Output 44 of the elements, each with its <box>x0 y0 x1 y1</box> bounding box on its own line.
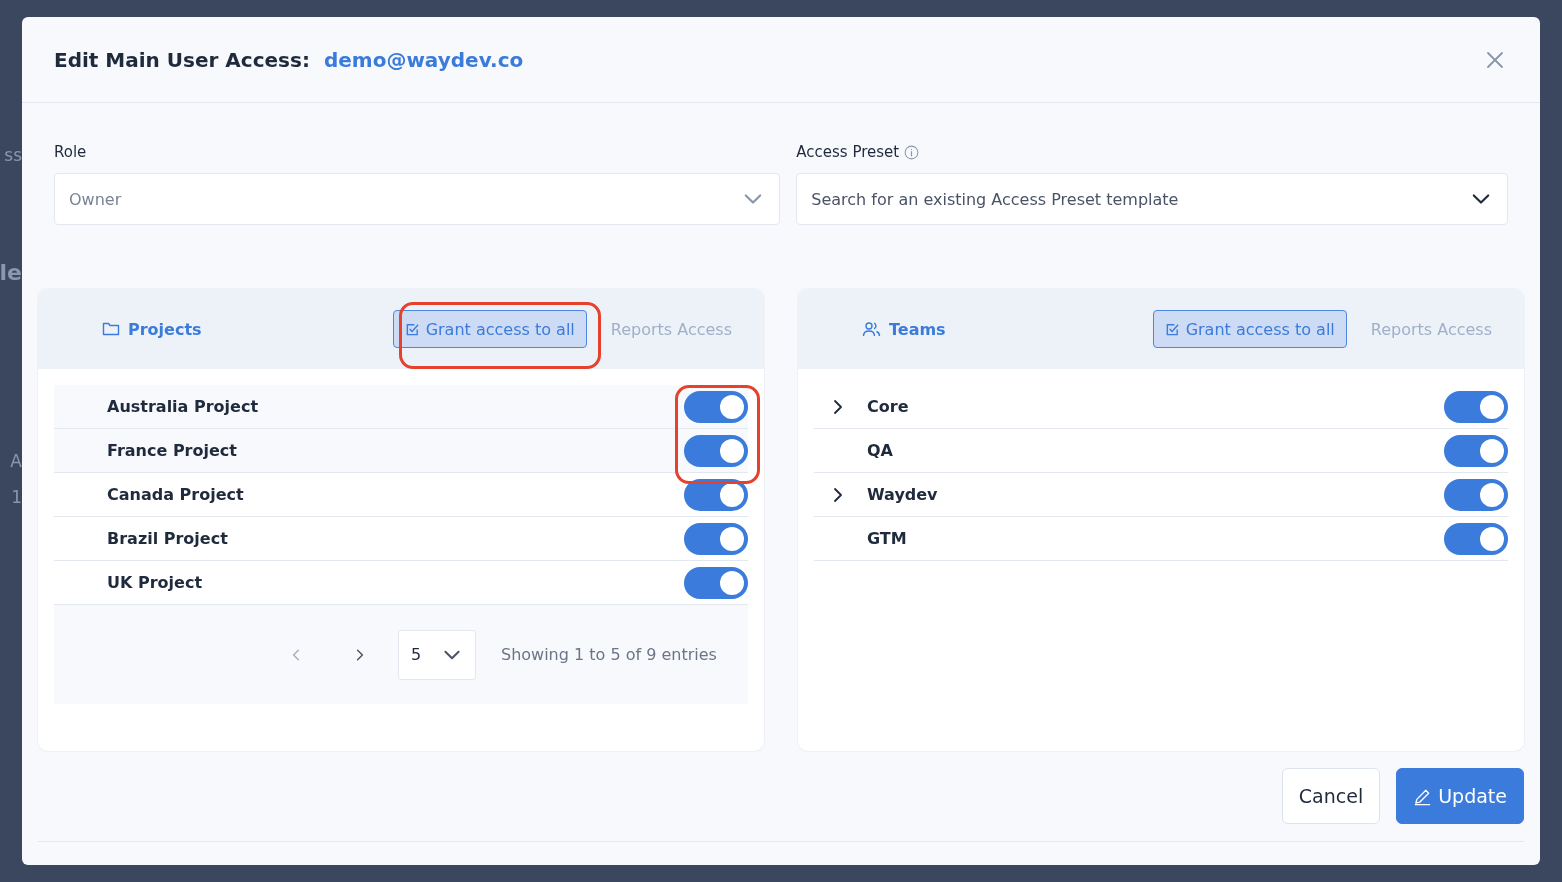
backdrop-text: A <box>10 451 22 471</box>
entries-summary: Showing 1 to 5 of 9 entries <box>501 645 717 664</box>
close-icon <box>1486 50 1504 69</box>
info-icon <box>904 144 920 160</box>
checkbox-icon <box>1164 321 1180 337</box>
access-preset-select[interactable]: Search for an existing Access Preset template <box>796 173 1508 225</box>
grant-access-button[interactable]: Grant access to all <box>1152 310 1347 348</box>
access-toggle[interactable] <box>684 434 748 467</box>
access-preset-label: Access Preset <box>796 143 900 161</box>
backdrop-text: 1 <box>11 487 22 507</box>
role-select[interactable]: Owner <box>54 173 781 225</box>
grant-access-button[interactable]: Grant access to all <box>392 310 587 348</box>
backdrop-text: ss <box>4 145 22 165</box>
access-toggle[interactable] <box>1444 478 1508 511</box>
panel-title: Teams <box>889 319 946 339</box>
row-name: Australia Project <box>107 397 259 416</box>
backdrop-heading: le <box>0 260 22 285</box>
cancel-button[interactable]: Cancel <box>1281 768 1381 824</box>
row-name: UK Project <box>107 573 203 592</box>
role-label: Role <box>54 143 88 161</box>
row-name: France Project <box>107 441 237 460</box>
row-name: Core <box>867 397 909 416</box>
users-icon <box>862 321 881 337</box>
row-name: GTM <box>867 529 907 548</box>
reports-access-label: Reports Access <box>1370 319 1492 339</box>
update-button[interactable]: Update <box>1396 768 1524 824</box>
row-name: Waydev <box>867 485 938 504</box>
user-email: demo@waydev.co <box>323 47 524 72</box>
row-name: Brazil Project <box>107 529 228 548</box>
access-toggle[interactable] <box>684 390 748 423</box>
access-toggle[interactable] <box>684 522 748 555</box>
row-name: QA <box>867 441 893 460</box>
row-name: Canada Project <box>107 485 244 504</box>
access-toggle[interactable] <box>1444 390 1508 423</box>
folder-icon <box>102 321 120 337</box>
access-toggle[interactable] <box>684 566 748 599</box>
access-toggle[interactable] <box>1444 522 1508 555</box>
panel-title: Projects <box>128 319 202 339</box>
access-toggle[interactable] <box>684 478 748 511</box>
reports-access-label: Reports Access <box>610 319 732 339</box>
access-toggle[interactable] <box>1444 434 1508 467</box>
dialog-title: Edit Main User Access: <box>54 47 310 72</box>
checkbox-icon <box>404 321 420 337</box>
page-size-select[interactable]: 5 <box>398 629 476 680</box>
